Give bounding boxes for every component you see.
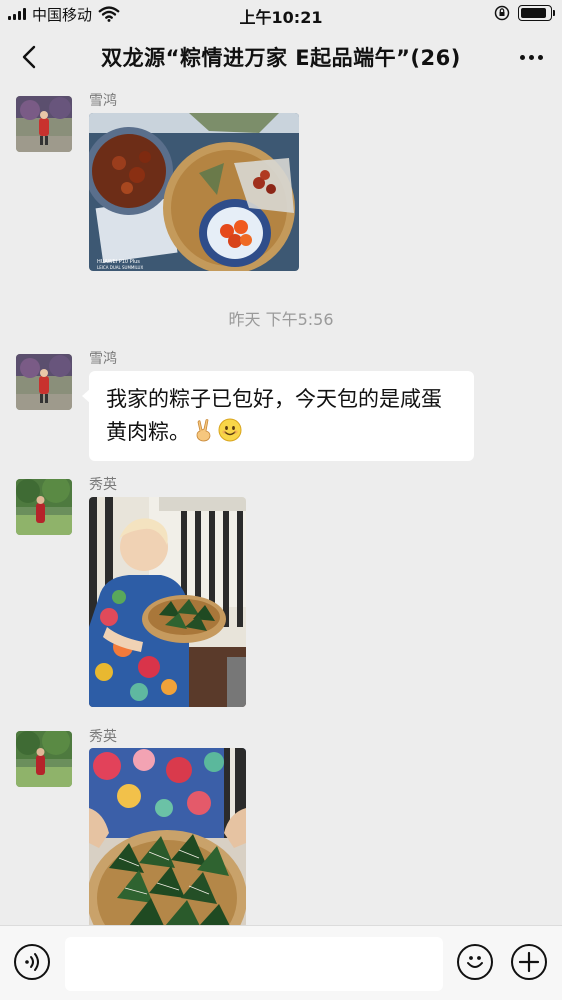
battery-level [521,8,547,18]
smiling-face-emoji [218,418,242,442]
rotation-lock-icon [494,5,510,21]
svg-text:LEICA DUAL SUMMILUX: LEICA DUAL SUMMILUX [97,265,143,270]
avatar[interactable] [16,354,72,410]
voice-icon [25,953,39,971]
more-button[interactable] [514,42,548,72]
timestamp: 昨天 下午5:56 [228,310,334,329]
sender-name: 秀英 [89,729,117,745]
plus-button[interactable] [511,944,547,980]
chat-title: 双龙源“粽情进万家 E起品端午”(26) [101,46,461,70]
message-list[interactable]: 雪鸿 HUAWEI P10 Plus LEICA DUAL SUMMILUX 昨… [0,86,562,925]
status-time: 上午10:21 [239,8,323,27]
emoji-button[interactable] [457,944,493,980]
sender-name: 雪鸿 [89,351,117,367]
nav-bar: 双龙源“粽情进万家 E起品端午”(26) [0,28,562,86]
avatar[interactable] [16,96,72,152]
message-image[interactable] [89,748,246,925]
status-right [494,5,555,21]
emoji-icon [467,956,483,968]
plus-icon [518,951,540,973]
message-input[interactable] [65,937,443,991]
chat-screen: 中国移动 上午10:21 双龙源“粽情进万家 E起品端午”(26) 雪鸿 HUA… [0,0,562,1000]
voice-button[interactable] [14,944,50,980]
sender-name: 雪鸿 [89,93,117,109]
message-text: 我家的粽子已包好，今天包的是咸蛋黄肉粽。 [106,387,442,444]
battery-icon [518,5,555,21]
victory-hand-emoji [196,419,211,442]
avatar[interactable] [16,731,72,787]
chevron-left-icon [22,45,36,69]
avatar[interactable] [16,479,72,535]
message-image[interactable]: HUAWEI P10 Plus LEICA DUAL SUMMILUX [89,113,299,271]
back-button[interactable] [14,42,44,72]
more-dots-icon [519,54,525,60]
status-bar: 中国移动 上午10:21 [0,0,562,28]
message-bubble[interactable]: 我家的粽子已包好，今天包的是咸蛋黄肉粽。 [82,371,474,461]
input-bar [0,925,562,1000]
message-image[interactable] [89,497,246,707]
sender-name: 秀英 [89,477,117,493]
